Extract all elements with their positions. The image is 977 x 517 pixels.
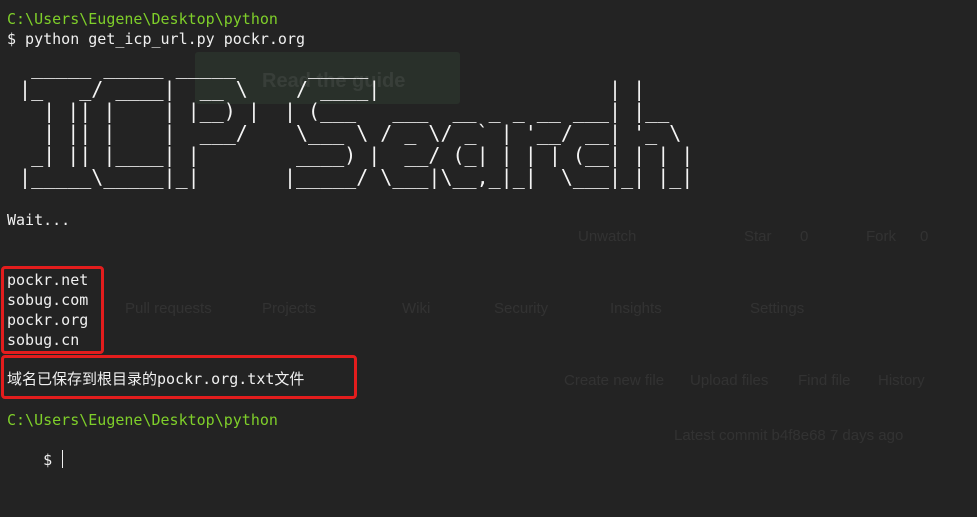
saved-message-highlight-box xyxy=(1,355,357,399)
ghost-commit: Latest commit b4f8e68 7 days ago xyxy=(674,427,904,444)
ghost-tab-projects: Projects xyxy=(262,300,317,317)
prompt-symbol: $ xyxy=(43,451,53,469)
domains-highlight-box xyxy=(1,266,104,354)
text-cursor xyxy=(62,450,64,468)
wait-message: Wait... xyxy=(7,211,71,229)
ghost-star-count: 0 xyxy=(800,228,809,245)
terminal-window[interactable]: Read the guide Unwatch Star Fork 0 0 Pul… xyxy=(0,0,977,517)
ghost-tab-wiki: Wiki xyxy=(402,300,431,317)
ghost-tab-pull-requests: Pull requests xyxy=(125,300,212,317)
ghost-fork: Fork xyxy=(866,228,896,245)
ghost-fork-count: 0 xyxy=(920,228,929,245)
working-directory-path: C:\Users\Eugene\Desktop\python xyxy=(7,10,278,28)
ghost-history: History xyxy=(878,372,925,389)
command-line: $ python get_icp_url.py pockr.org xyxy=(7,30,306,48)
working-directory-path-2: C:\Users\Eugene\Desktop\python xyxy=(7,411,278,429)
ghost-watch: Unwatch xyxy=(578,228,637,245)
ghost-tab-settings: Settings xyxy=(750,300,805,317)
ghost-upload-files: Upload files xyxy=(690,372,769,389)
ghost-star: Star xyxy=(744,228,772,245)
ghost-tab-insights: Insights xyxy=(610,300,662,317)
icp-search-banner: _____ _____ _____ _____ |_ _/ ____| __ \… xyxy=(19,55,694,189)
ghost-tab-security: Security xyxy=(494,300,549,317)
ghost-create-file: Create new file xyxy=(564,372,665,389)
ghost-find-file: Find file xyxy=(798,372,851,389)
command-prompt[interactable]: $ xyxy=(7,430,64,490)
